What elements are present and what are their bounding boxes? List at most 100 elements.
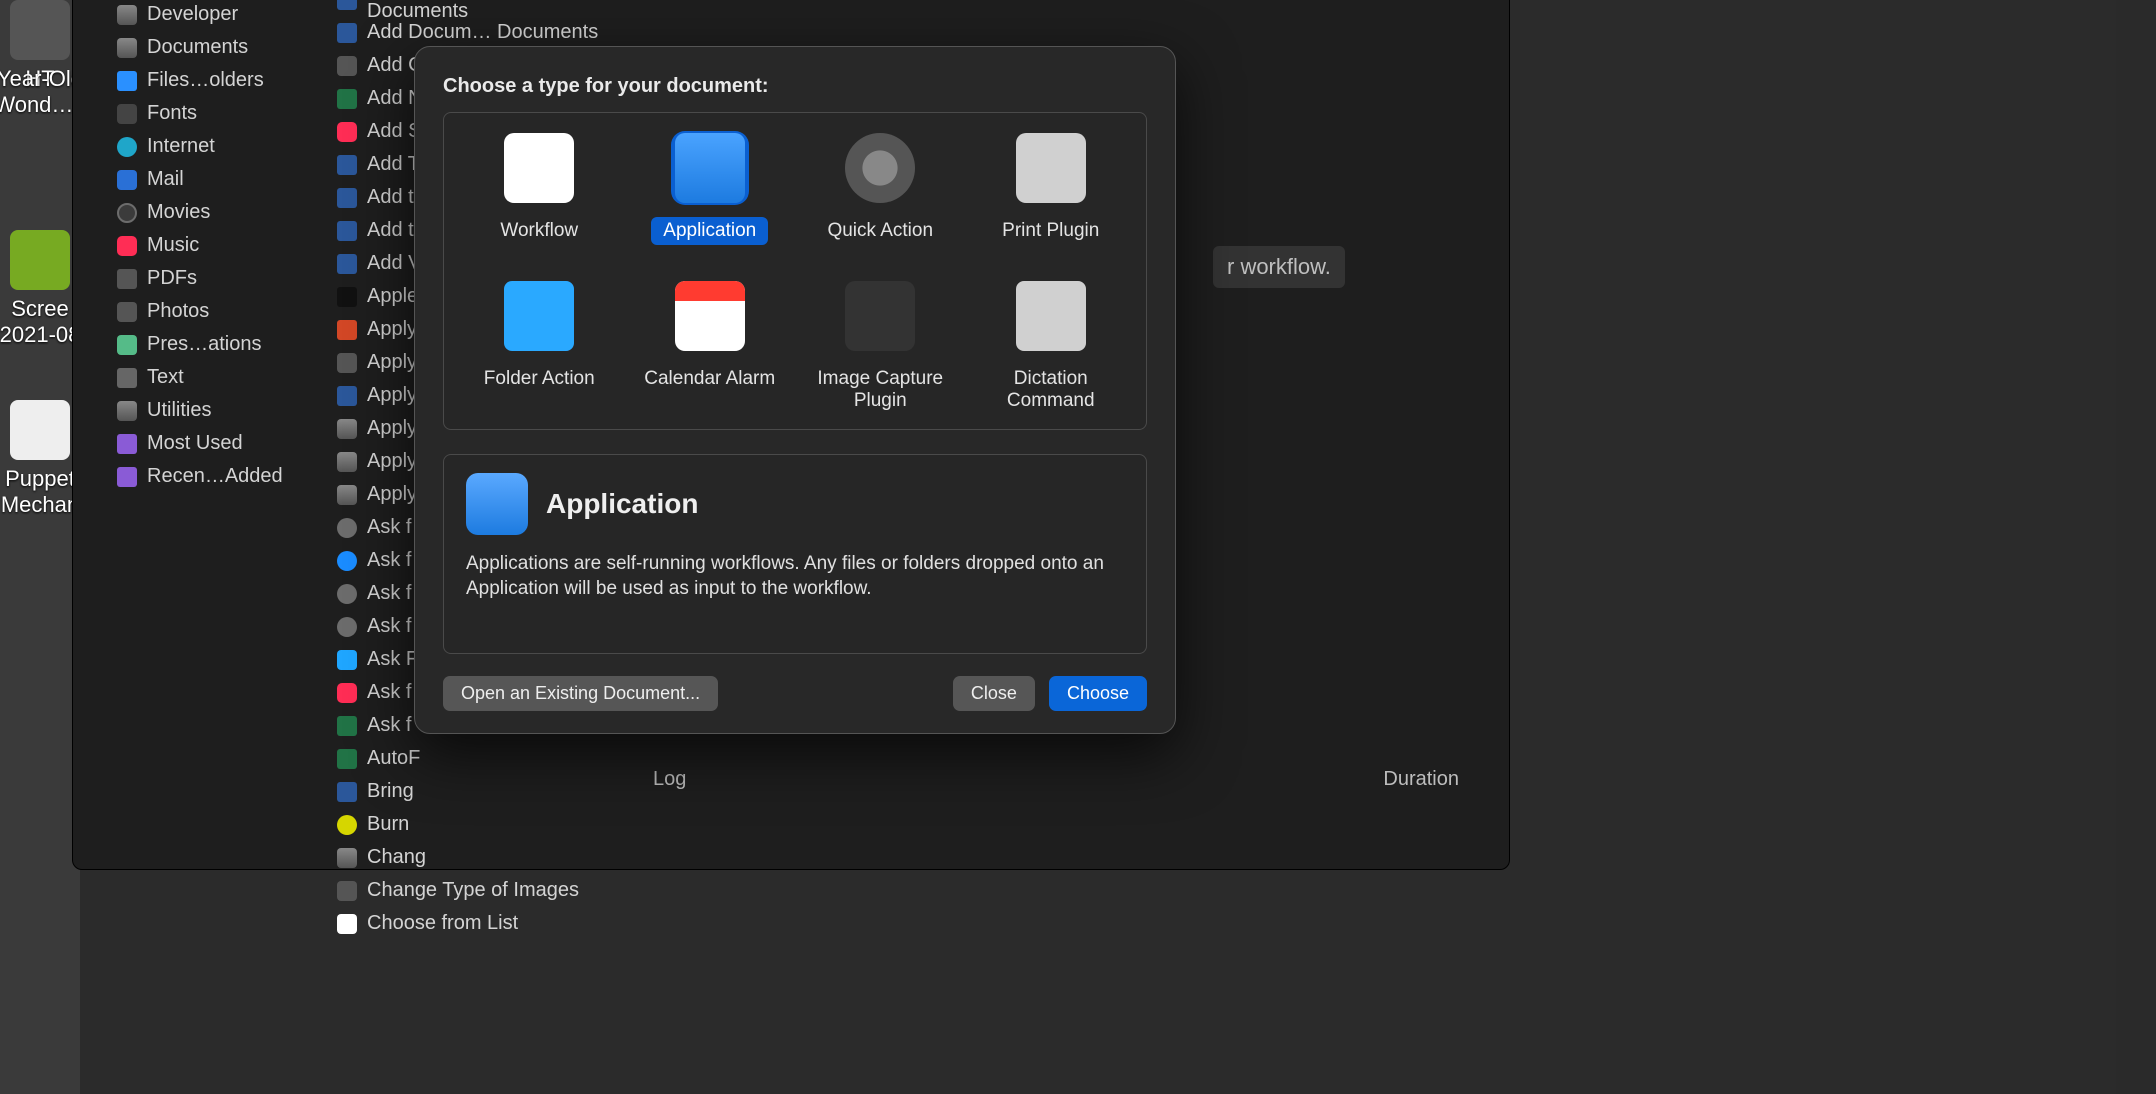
action-row[interactable]: Chang xyxy=(333,844,603,871)
doc-type-dict[interactable]: Dictation Command xyxy=(966,279,1137,415)
radio-icon xyxy=(337,815,357,835)
doc-type-capture[interactable]: Image Capture Plugin xyxy=(795,279,966,415)
open-existing-button[interactable]: Open an Existing Document... xyxy=(443,676,718,711)
doc-type-cal[interactable]: Calendar Alarm xyxy=(625,279,796,415)
doc-type-label: Quick Action xyxy=(815,217,945,245)
word-icon xyxy=(337,782,357,802)
action-label: Ask f xyxy=(367,681,411,704)
purple-icon xyxy=(117,434,137,454)
hammer-icon xyxy=(337,419,357,439)
purple-icon xyxy=(117,467,137,487)
library-category-label: Pres…ations xyxy=(147,333,262,356)
print-icon xyxy=(1012,131,1090,205)
action-row[interactable]: Change Type of Images xyxy=(333,877,603,904)
library-category-most-used[interactable]: Most Used xyxy=(113,430,333,457)
workflow-icon xyxy=(500,131,578,205)
library-category-label: Developer xyxy=(147,3,238,26)
library-category-photos[interactable]: Photos xyxy=(113,298,333,325)
action-label: Apply xyxy=(367,450,417,473)
doc-type-label: Application xyxy=(651,217,768,245)
library-category-label: Most Used xyxy=(147,432,243,455)
doc-type-print[interactable]: Print Plugin xyxy=(966,131,1137,245)
action-label: Apply xyxy=(367,351,417,374)
action-label: Ask f xyxy=(367,714,411,737)
desktop-right-strip xyxy=(2116,0,2156,1094)
library-category-documents[interactable]: Documents xyxy=(113,34,333,61)
library-category-mail[interactable]: Mail xyxy=(113,166,333,193)
doc-type-label: Calendar Alarm xyxy=(632,365,787,393)
action-label: Apply xyxy=(367,384,417,407)
photos-icon xyxy=(337,56,357,76)
movies-icon xyxy=(117,203,137,223)
library-category-label: Recen…Added xyxy=(147,465,283,488)
action-row[interactable]: AutoF xyxy=(333,745,603,772)
text-icon xyxy=(117,368,137,388)
desktop: HT Year-Old Wond…o Scree 2021-08 Puppet … xyxy=(0,0,2156,1094)
dialog-button-bar: Open an Existing Document... Close Choos… xyxy=(443,676,1147,711)
library-categories[interactable]: Developer Documents Files…olders Fonts Inter… xyxy=(113,1,333,490)
doc-type-label: Image Capture Plugin xyxy=(795,365,966,415)
library-category-label: Files…olders xyxy=(147,69,264,92)
word-icon xyxy=(337,0,357,10)
library-category-music[interactable]: Music xyxy=(113,232,333,259)
library-category-label: Mail xyxy=(147,168,184,191)
log-panel: Log Duration xyxy=(613,759,1499,799)
doc-type-label: Dictation Command xyxy=(966,365,1137,415)
choose-button[interactable]: Choose xyxy=(1049,676,1147,711)
application-icon xyxy=(671,131,749,205)
quick-icon xyxy=(841,131,919,205)
desktop-left-strip: HT Year-Old Wond…o Scree 2021-08 Puppet … xyxy=(0,0,80,1094)
pdf-icon xyxy=(117,269,137,289)
duration-label: Duration xyxy=(1383,768,1459,791)
library-category-pres-ations[interactable]: Pres…ations xyxy=(113,331,333,358)
action-label: AutoF xyxy=(367,747,420,770)
description-title: Application xyxy=(546,488,698,520)
hammer-icon xyxy=(337,485,357,505)
mail-icon xyxy=(117,170,137,190)
globe-icon xyxy=(117,137,137,157)
action-row[interactable]: Choose from List xyxy=(333,910,603,937)
word-icon xyxy=(337,386,357,406)
library-category-developer[interactable]: Developer xyxy=(113,1,333,28)
action-label: Add Docum… Documents xyxy=(367,21,598,44)
hammer-icon xyxy=(337,848,357,868)
log-label: Log xyxy=(653,768,686,791)
application-icon xyxy=(466,473,528,535)
library-category-fonts[interactable]: Fonts xyxy=(113,100,333,127)
action-label: Choose from List xyxy=(367,912,518,935)
doc-type-label: Workflow xyxy=(488,217,590,245)
action-row[interactable]: Bring xyxy=(333,778,603,805)
action-label: Ask f xyxy=(367,516,411,539)
action-row[interactable]: Burn xyxy=(333,811,603,838)
action-row[interactable]: Add Content…Documents xyxy=(333,0,603,13)
library-category-label: Documents xyxy=(147,36,248,59)
workflow-drop-hint: r workflow. xyxy=(1213,246,1345,288)
library-category-files-olders[interactable]: Files…olders xyxy=(113,67,333,94)
description-body: Applications are self-running workflows.… xyxy=(466,551,1124,602)
music-icon xyxy=(337,122,357,142)
action-label: Apply xyxy=(367,318,417,341)
library-category-label: Music xyxy=(147,234,199,257)
folderA-icon xyxy=(500,279,578,353)
action-label: Add T xyxy=(367,153,420,176)
folder-icon xyxy=(117,71,137,91)
action-row[interactable]: Add Docum… Documents xyxy=(333,19,603,46)
hammer-icon xyxy=(337,452,357,472)
library-category-pdfs[interactable]: PDFs xyxy=(113,265,333,292)
doc-type-workflow[interactable]: Workflow xyxy=(454,131,625,245)
action-label: Bring xyxy=(367,780,414,803)
dict-icon xyxy=(1012,279,1090,353)
doc-type-quick[interactable]: Quick Action xyxy=(795,131,966,245)
doc-type-application[interactable]: Application xyxy=(625,131,796,245)
photos-icon xyxy=(337,353,357,373)
gear-icon xyxy=(337,617,357,637)
library-category-text[interactable]: Text xyxy=(113,364,333,391)
action-label: Apply xyxy=(367,483,417,506)
xls-icon xyxy=(337,89,357,109)
doc-type-folderA[interactable]: Folder Action xyxy=(454,279,625,415)
library-category-recen-added[interactable]: Recen…Added xyxy=(113,463,333,490)
close-button[interactable]: Close xyxy=(953,676,1035,711)
library-category-movies[interactable]: Movies xyxy=(113,199,333,226)
library-category-utilities[interactable]: Utilities xyxy=(113,397,333,424)
library-category-internet[interactable]: Internet xyxy=(113,133,333,160)
